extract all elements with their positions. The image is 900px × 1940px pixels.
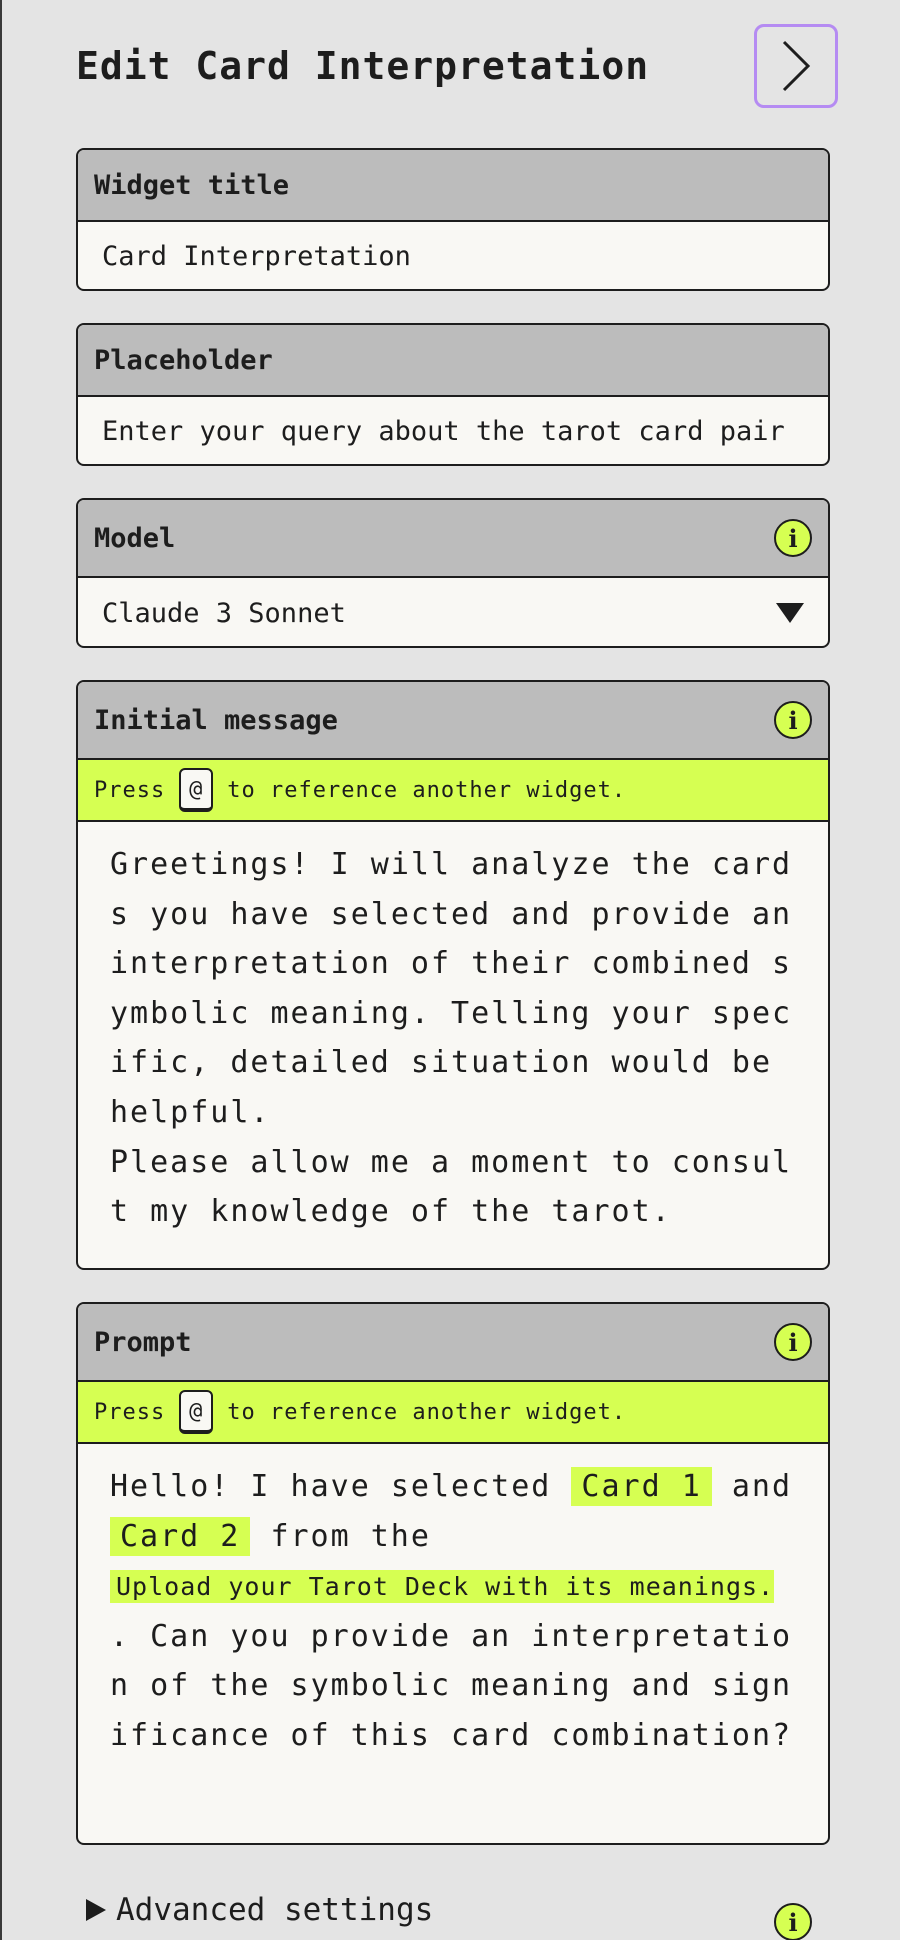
at-key-icon: @ <box>179 768 214 812</box>
prompt-label: Prompt <box>94 1326 192 1358</box>
info-icon[interactable]: i <box>774 519 812 557</box>
dropdown-caret-icon <box>776 603 804 623</box>
placeholder-input[interactable]: Enter your query about the tarot card pa… <box>78 397 828 464</box>
widget-reference-chip[interactable]: Upload your Tarot Deck with its meanings… <box>110 1570 775 1604</box>
header: Edit Card Interpretation <box>76 24 838 108</box>
page-title: Edit Card Interpretation <box>76 44 650 88</box>
widget-title-input[interactable]: Card Interpretation <box>78 222 828 289</box>
placeholder-section: Placeholder Enter your query about the t… <box>76 323 830 466</box>
prompt-section: Prompt i Press @ to reference another wi… <box>76 1302 830 1845</box>
hint-suffix-text: to reference another widget. <box>227 777 627 803</box>
prompt-textarea[interactable]: Hello! I have selected Card 1 and Card 2… <box>78 1444 828 1761</box>
initial-message-section: Initial message i Press @ to reference a… <box>76 680 830 1270</box>
hint-press-text: Press <box>94 777 166 803</box>
widget-title-section: Widget title Card Interpretation <box>76 148 830 291</box>
prompt-text: and <box>731 1469 793 1504</box>
initial-message-paragraph: Please allow me a moment to consult my k… <box>110 1144 793 1230</box>
widget-title-label: Widget title <box>78 150 828 222</box>
widget-reference-chip[interactable]: Card 1 <box>571 1467 712 1506</box>
model-select[interactable]: Claude 3 Sonnet <box>78 578 828 646</box>
model-label: Model <box>94 522 176 554</box>
initial-message-label: Initial message <box>94 704 338 736</box>
initial-message-paragraph: Greetings! I will analyze the cards you … <box>110 847 793 1130</box>
reference-hint: Press @ to reference another widget. <box>78 760 828 822</box>
info-icon[interactable]: i <box>774 701 812 739</box>
prompt-text: Hello! I have selected <box>110 1469 552 1504</box>
initial-message-textarea[interactable]: Greetings! I will analyze the cards you … <box>78 822 828 1237</box>
hint-suffix-text: to reference another widget. <box>227 1399 627 1425</box>
prompt-text: from the <box>270 1518 431 1554</box>
chevron-right-icon <box>782 40 811 92</box>
advanced-settings-label: Advanced settings <box>116 1892 434 1928</box>
advanced-settings-toggle[interactable]: Advanced settings i <box>86 1880 812 1940</box>
placeholder-label: Placeholder <box>78 325 828 397</box>
prompt-text: . Can you provide an interpretation of t… <box>110 1618 793 1753</box>
model-section: Model i Claude 3 Sonnet <box>76 498 830 648</box>
expand-triangle-icon <box>86 1899 106 1921</box>
model-selected-value: Claude 3 Sonnet <box>102 597 346 629</box>
collapse-panel-button[interactable] <box>754 24 838 108</box>
info-icon[interactable]: i <box>774 1323 812 1361</box>
info-icon[interactable]: i <box>774 1903 812 1940</box>
widget-reference-chip[interactable]: Card 2 <box>110 1516 251 1556</box>
hint-press-text: Press <box>94 1399 166 1425</box>
reference-hint: Press @ to reference another widget. <box>78 1382 828 1444</box>
at-key-icon: @ <box>179 1390 214 1434</box>
